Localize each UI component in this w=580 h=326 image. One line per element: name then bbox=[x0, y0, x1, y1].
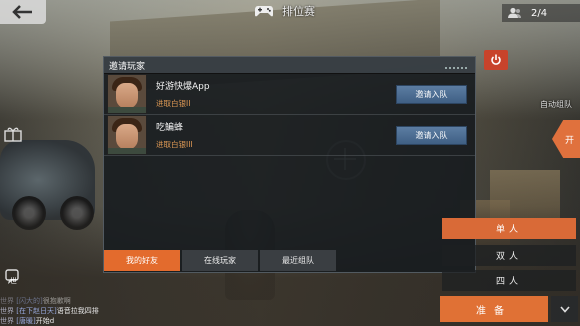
back-button[interactable] bbox=[0, 0, 46, 24]
queue-option-duo[interactable]: 双人 bbox=[442, 245, 576, 266]
friend-rank: 进取白银III bbox=[156, 140, 193, 149]
chevron-down-icon bbox=[559, 305, 570, 313]
tab-recent-teammates[interactable]: 最近组队 bbox=[260, 250, 336, 271]
game-mode[interactable]: 排位赛 bbox=[254, 2, 315, 20]
queue-dropdown-button[interactable] bbox=[551, 296, 578, 322]
invite-to-team-button[interactable]: 邀请入队 bbox=[396, 85, 467, 104]
queue-option-squad[interactable]: 四人 bbox=[442, 270, 576, 291]
friend-list-item: 好游快爆App 进取白银II 邀请入队 bbox=[104, 74, 475, 115]
invite-tabs: 我的好友 在线玩家 最近组队 bbox=[104, 250, 354, 271]
world-chat-log[interactable]: 世界 [闪大的]很抱歉啊 世界 [在下赵日天]语音拉我四排 世界 [唐暖]开始d bbox=[0, 296, 200, 326]
exit-power-button[interactable] bbox=[484, 50, 508, 70]
invite-to-team-button[interactable]: 邀请入队 bbox=[396, 126, 467, 145]
game-mode-label: 排位赛 bbox=[282, 5, 315, 18]
auto-team-label[interactable]: 自动组队 bbox=[540, 99, 572, 110]
ready-button[interactable]: 准备 bbox=[440, 296, 548, 322]
tab-online-players[interactable]: 在线玩家 bbox=[182, 250, 258, 271]
friend-name: 吃鳊蜂 bbox=[156, 123, 184, 133]
queue-option-solo[interactable]: 单人 bbox=[442, 218, 576, 239]
power-icon bbox=[491, 54, 501, 65]
dialog-header: 邀请玩家 bbox=[104, 57, 475, 74]
team-player-count: 2/4 bbox=[502, 4, 580, 22]
chat-message: 世界 [唐暖]开始d bbox=[0, 317, 55, 325]
team-icon bbox=[508, 7, 521, 18]
player-count-value: 2/4 bbox=[531, 7, 548, 19]
dialog-title: 邀请玩家 bbox=[109, 61, 146, 72]
avatar bbox=[107, 74, 147, 114]
chat-message: 世界 [闪大的]很抱歉啊 bbox=[0, 297, 71, 305]
dialog-grip-icon bbox=[445, 67, 467, 69]
gift-icon[interactable] bbox=[3, 126, 23, 142]
invite-players-dialog: 邀请玩家 好游快爆App 进取白银II 邀请入队 吃鳊蜂 进取白银III 邀请入… bbox=[103, 56, 476, 273]
gamepad-icon bbox=[255, 6, 273, 17]
chat-message: 世界 [在下赵日天]语音拉我四排 bbox=[0, 307, 99, 315]
world-chat-label: 世 bbox=[10, 277, 17, 285]
world-chat-toggle[interactable]: 世 bbox=[4, 268, 24, 288]
back-arrow-icon bbox=[12, 5, 32, 19]
friend-rank: 进取白银II bbox=[156, 99, 191, 108]
avatar bbox=[107, 115, 147, 155]
friend-list-item: 吃鳊蜂 进取白银III 邀请入队 bbox=[104, 115, 475, 156]
side-expand-label: 开 bbox=[564, 135, 574, 146]
tab-my-friends[interactable]: 我的好友 bbox=[104, 250, 180, 271]
friend-name: 好游快爆App bbox=[156, 82, 210, 92]
